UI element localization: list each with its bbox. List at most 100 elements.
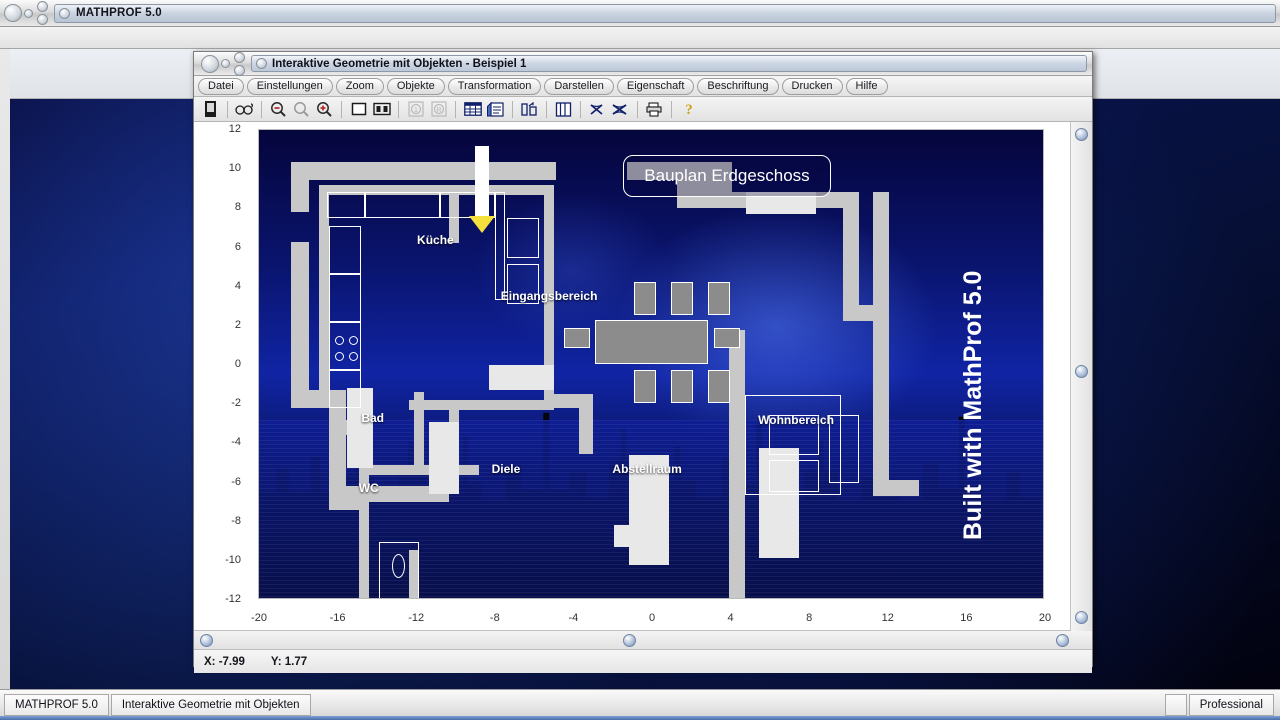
register-circle-icon[interactable]: R — [428, 99, 449, 119]
menu-label: Objekte — [396, 80, 435, 92]
document-title-field: Interaktive Geometrie mit Objekten - Bei… — [251, 55, 1087, 72]
x-tick: 0 — [648, 612, 656, 624]
geometry-canvas[interactable]: Küche Eingangsbereich Bad WC Diele Abste… — [258, 129, 1044, 599]
y-axis: 12 10 8 6 4 2 0 -2 -4 -6 -8 -10 -12 — [194, 122, 246, 630]
book-icon[interactable] — [553, 99, 574, 119]
x-tick: 8 — [806, 612, 813, 624]
doc-orb-stack-top-icon[interactable] — [234, 51, 245, 63]
menu-item-zoom[interactable]: Zoom — [335, 77, 384, 95]
outer-title-field: MATHPROF 5.0 — [54, 3, 1276, 23]
scroll-right-thumb[interactable] — [1056, 634, 1069, 647]
zoom-out-icon[interactable] — [268, 99, 289, 119]
scroll-h-thumb[interactable] — [623, 634, 636, 647]
toolbar-separator — [512, 100, 513, 118]
entrance-arrow-shaft — [475, 146, 489, 218]
toolbar-separator — [580, 100, 581, 118]
document-window: Interaktive Geometrie mit Objekten - Bei… — [193, 51, 1093, 673]
doc-orb-large-icon[interactable] — [201, 54, 219, 73]
copy-shape-icon[interactable] — [519, 99, 540, 119]
zoom-in-icon[interactable] — [314, 99, 335, 119]
properties-icon[interactable] — [485, 99, 506, 119]
toolbar-separator — [341, 100, 342, 118]
watermark-text: Built with MathProf 5.0 — [959, 270, 987, 540]
x-tick: 16 — [960, 612, 973, 624]
menu-item-beschriftung[interactable]: Beschriftung — [697, 77, 779, 95]
x-tick: -20 — [251, 612, 267, 624]
doc-orb-stack-bottom-icon[interactable] — [234, 64, 245, 76]
y-tick: 0 — [234, 358, 241, 370]
menu-label: Zoom — [345, 80, 374, 92]
window-orb-stack-top-icon[interactable] — [37, 1, 48, 12]
horizontal-scrollbar[interactable] — [194, 631, 1092, 650]
x-tick: -16 — [329, 612, 346, 624]
menu-item-drucken[interactable]: Drucken — [781, 77, 843, 95]
window-orb-stack[interactable] — [37, 1, 48, 25]
outer-toolstrip — [0, 27, 1280, 49]
y-tick: 10 — [228, 162, 241, 175]
taskbar-document-button[interactable]: Interaktive Geometrie mit Objekten — [110, 694, 311, 716]
menu-label: Darstellen — [554, 80, 604, 92]
taskbar-app-button[interactable]: MATHPROF 5.0 — [4, 694, 109, 716]
document-window-controls[interactable] — [197, 51, 245, 76]
menu-label: Hilfe — [855, 80, 878, 92]
menu-label: Beschriftung — [707, 80, 769, 92]
scroll-down-thumb[interactable] — [1075, 611, 1088, 624]
y-tick: -8 — [231, 514, 241, 527]
mdi-left-band — [0, 49, 10, 689]
outer-titlebar: MATHPROF 5.0 — [0, 0, 1280, 27]
toolbar-separator — [637, 100, 638, 118]
two-panes-icon[interactable] — [371, 99, 392, 119]
info-circle-icon[interactable]: 1 — [405, 99, 426, 119]
scroll-up-thumb[interactable] — [1075, 128, 1088, 141]
menu-label: Datei — [208, 80, 234, 92]
toolbar-separator — [671, 100, 672, 118]
app-icon — [59, 7, 70, 19]
y-tick: 8 — [234, 201, 241, 214]
svg-text:?: ? — [685, 102, 693, 117]
delete-all-icon[interactable] — [610, 99, 631, 119]
window-orb-stack-bottom-icon[interactable] — [37, 14, 48, 25]
y-tick: -10 — [225, 553, 241, 566]
menu-label: Einstellungen — [256, 80, 323, 92]
plan-title-box: Bauplan Erdgeschoss — [623, 155, 831, 197]
menu-item-einstellungen[interactable]: Einstellungen — [246, 77, 333, 95]
help-icon[interactable]: ? — [678, 99, 699, 119]
menu-item-datei[interactable]: Datei — [198, 77, 244, 95]
menu-item-eigenschaft[interactable]: Eigenschaft — [616, 77, 695, 95]
x-tick: -4 — [568, 612, 579, 624]
zoom-reset-icon[interactable] — [291, 99, 312, 119]
scroll-thumb[interactable] — [1075, 365, 1088, 378]
room-label-diele: Diele — [491, 462, 521, 477]
menu-item-hilfe[interactable]: Hilfe — [845, 77, 888, 95]
window-orb-large-icon[interactable] — [4, 4, 22, 22]
print-icon[interactable] — [644, 99, 665, 119]
outer-window-controls[interactable] — [0, 1, 48, 25]
document-titlebar: Interaktive Geometrie mit Objekten - Bei… — [194, 51, 1092, 76]
y-tick: -12 — [225, 593, 241, 605]
x-tick: 4 — [727, 612, 734, 624]
status-x-coordinate: X: -7.99 — [204, 655, 245, 668]
y-tick: -6 — [231, 475, 241, 488]
application-window: MATHPROF 5.0 Interaktive Geometrie mit O… — [0, 0, 1280, 720]
doc-orb-small-icon[interactable] — [221, 59, 230, 68]
glasses-icon[interactable] — [234, 99, 255, 119]
vertical-scrollbar[interactable] — [1070, 122, 1092, 631]
y-tick: 4 — [234, 279, 241, 292]
y-tick: 12 — [228, 123, 241, 135]
window-orb-small-icon[interactable] — [24, 8, 33, 18]
room-label-wohnbereich: Wohnbereich — [758, 413, 834, 428]
menu-item-objekte[interactable]: Objekte — [386, 77, 445, 95]
toolbar-separator — [227, 100, 228, 118]
doc-orb-stack[interactable] — [234, 51, 245, 76]
menu-item-darstellen[interactable]: Darstellen — [544, 77, 614, 95]
scroll-left-thumb[interactable] — [200, 634, 213, 647]
coordinate-statusbar: X: -7.99 Y: 1.77 — [194, 650, 1092, 673]
document-icon — [256, 58, 267, 69]
menu-label: Eigenschaft — [626, 80, 685, 92]
screen-icon[interactable] — [200, 99, 221, 119]
svg-text:1: 1 — [414, 107, 418, 114]
rectangle-icon[interactable] — [348, 99, 369, 119]
table-icon[interactable] — [462, 99, 483, 119]
menu-item-transformation[interactable]: Transformation — [447, 77, 542, 95]
delete-one-icon[interactable] — [587, 99, 608, 119]
